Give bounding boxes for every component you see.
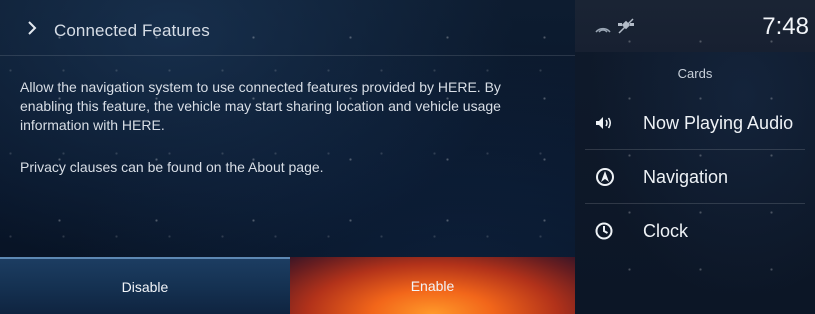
privacy-note: Privacy clauses can be found on the Abou…: [20, 159, 324, 175]
card-label: Now Playing Audio: [643, 112, 794, 133]
cards-title: Cards: [677, 66, 713, 81]
clock-icon: [595, 222, 621, 240]
chevron-right-icon[interactable]: [26, 20, 44, 42]
cards-sidebar: 7:48 Cards Now Playing Audio Navigation: [575, 0, 815, 314]
navigation-icon: [595, 167, 621, 187]
disable-button[interactable]: Disable: [0, 257, 290, 314]
status-bar: 7:48: [575, 0, 815, 52]
header-divider: [0, 55, 575, 56]
speaker-icon: [595, 116, 621, 130]
enable-button[interactable]: Enable: [290, 257, 575, 314]
card-navigation[interactable]: Navigation: [585, 150, 805, 204]
card-label: Navigation: [643, 166, 729, 187]
card-label: Clock: [643, 220, 689, 241]
panel-header: Connected Features: [0, 8, 575, 54]
page-title: Connected Features: [54, 21, 210, 40]
status-clock: 7:48: [762, 13, 809, 40]
description-text: Allow the navigation system to use conne…: [20, 79, 501, 133]
gps-off-icon: [617, 18, 635, 39]
signal-icon: [595, 20, 611, 38]
card-now-playing-audio[interactable]: Now Playing Audio: [585, 96, 805, 150]
card-clock[interactable]: Clock: [585, 204, 805, 258]
